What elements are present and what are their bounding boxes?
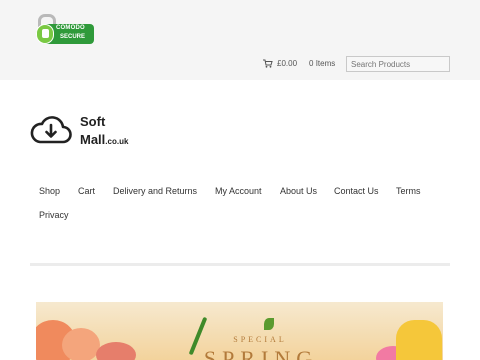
- site-logo[interactable]: Soft Mall.co.uk: [30, 112, 150, 152]
- cart-item-count: 0 Items: [309, 59, 336, 68]
- nav-item-cart[interactable]: Cart: [78, 186, 95, 196]
- nav-item-delivery-returns[interactable]: Delivery and Returns: [113, 186, 197, 196]
- cart-total: £0.00: [277, 59, 298, 68]
- thumbs-up-icon: [36, 24, 54, 44]
- banner-title: SPRING: [203, 346, 319, 360]
- badge-line-1: COMODO: [56, 25, 85, 31]
- cloud-download-icon: [30, 116, 72, 144]
- cart-summary[interactable]: £0.00 0 Items: [263, 59, 335, 68]
- cart-icon: [263, 59, 273, 68]
- badge-line-2: SECURE: [60, 34, 86, 40]
- flower-decoration: [62, 328, 100, 360]
- banner-subtitle: SPECIAL: [233, 335, 287, 344]
- nav-item-contact-us[interactable]: Contact Us: [334, 186, 379, 196]
- leaf-decoration: [264, 318, 274, 330]
- comodo-secure-badge[interactable]: COMODO SECURE: [34, 14, 94, 46]
- spring-sale-banner[interactable]: SPECIAL SPRING: [36, 302, 443, 360]
- header-divider: [30, 263, 450, 266]
- logo-text-line-1: Soft: [80, 114, 106, 129]
- nav-item-privacy[interactable]: Privacy: [39, 210, 69, 220]
- logo-text-mall: Mall: [80, 132, 106, 147]
- nav-item-terms[interactable]: Terms: [396, 186, 421, 196]
- logo-text-suffix: .co.uk: [105, 137, 129, 146]
- logo-text-line-2: Mall.co.uk: [80, 132, 128, 147]
- nav-item-my-account[interactable]: My Account: [215, 186, 262, 196]
- tulip-decoration: [396, 320, 442, 360]
- nav-item-shop[interactable]: Shop: [39, 186, 60, 196]
- flower-decoration: [96, 342, 136, 360]
- search-input[interactable]: [346, 56, 450, 72]
- top-bar: COMODO SECURE £0.00 0 Items: [0, 0, 480, 80]
- nav-item-about-us[interactable]: About Us: [280, 186, 317, 196]
